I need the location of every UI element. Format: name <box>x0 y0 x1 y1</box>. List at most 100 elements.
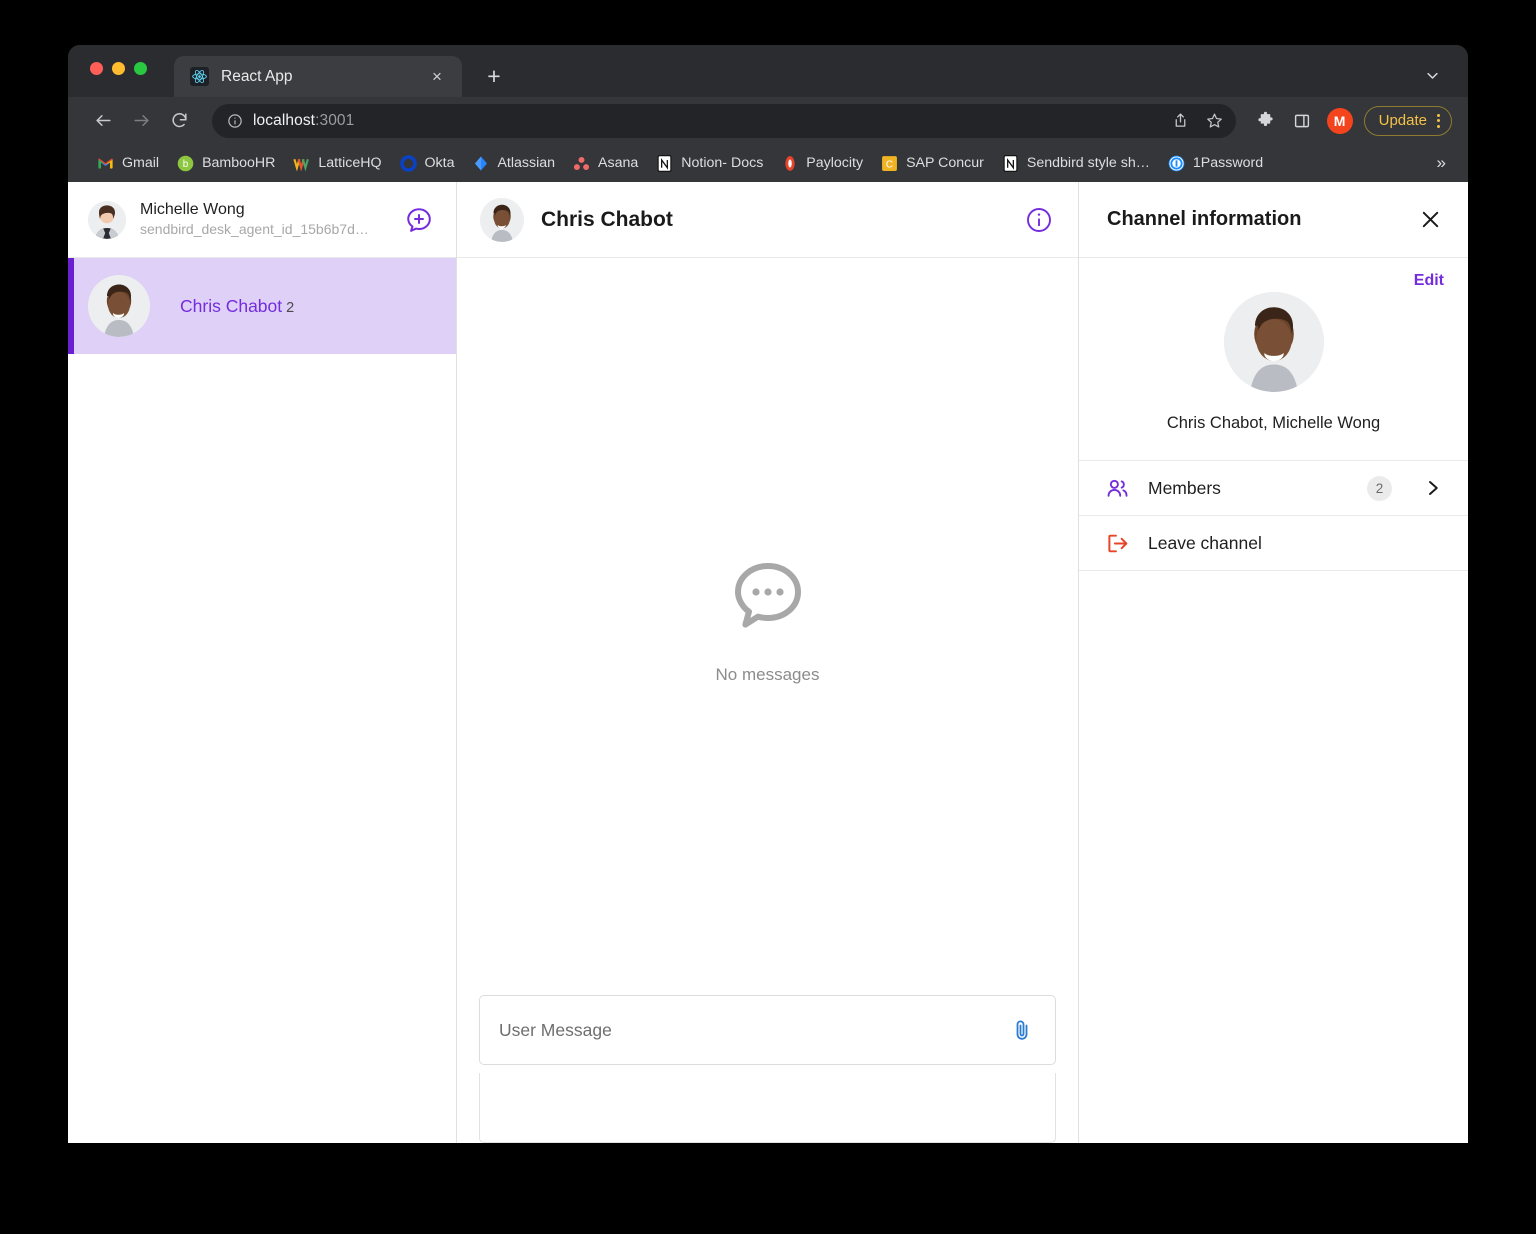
message-input-placeholder: User Message <box>499 1019 612 1040</box>
members-row[interactable]: Members 2 <box>1079 461 1468 517</box>
edit-button[interactable]: Edit <box>1414 272 1444 290</box>
channel-item-title-wrap: Chris Chabot 2 <box>180 296 294 317</box>
close-window-button[interactable] <box>90 61 103 75</box>
bamboohr-icon: b <box>177 155 194 172</box>
paperclip-icon[interactable] <box>1007 1015 1037 1045</box>
sendbird-app: Michelle Wong sendbird_desk_agent_id_15b… <box>68 182 1468 1143</box>
current-user-avatar <box>88 200 126 239</box>
site-info-icon[interactable] <box>226 112 243 129</box>
channel-members-summary: Chris Chabot, Michelle Wong <box>1166 414 1381 432</box>
sapconcur-icon: C <box>881 155 898 172</box>
speech-bubble-icon <box>726 554 810 643</box>
url-text: localhost:3001 <box>253 112 1224 130</box>
notion-icon <box>656 154 673 172</box>
browser-window: React App × + localhost:3001 M Update Gm… <box>68 45 1468 1143</box>
puzzle-icon[interactable] <box>1250 105 1282 137</box>
channel-information-title: Channel information <box>1107 208 1302 230</box>
url-host: localhost <box>253 111 316 129</box>
atlassian-icon <box>472 155 489 172</box>
bookmark-sendbird-style-sheet[interactable]: Sendbird style sh… <box>993 151 1159 176</box>
bookmark-okta[interactable]: Okta <box>391 151 464 176</box>
paylocity-icon <box>781 155 798 172</box>
gmail-icon <box>97 155 114 172</box>
channel-profile-avatar <box>1223 292 1324 392</box>
conversation-footer: User Message <box>457 981 1078 1143</box>
update-label: Update <box>1378 112 1427 129</box>
bookmark-1password[interactable]: 1Password <box>1159 151 1272 176</box>
minimize-window-button[interactable] <box>112 61 125 75</box>
members-label: Members <box>1148 477 1221 498</box>
conversation-panel: Chris Chabot No messages User Message <box>457 182 1079 1143</box>
browser-tab[interactable]: React App × <box>174 56 462 97</box>
update-button[interactable]: Update <box>1363 105 1452 136</box>
share-icon[interactable] <box>1166 106 1196 136</box>
message-input[interactable]: User Message <box>479 995 1056 1065</box>
conversation-body: No messages <box>457 258 1078 981</box>
bookmark-label: Gmail <box>122 155 160 171</box>
channel-avatar <box>88 275 150 337</box>
bookmark-sap-concur[interactable]: C SAP Concur <box>872 151 993 176</box>
bookmark-label: Paylocity <box>806 155 864 171</box>
bookmark-bamboohr[interactable]: b BambooHR <box>168 151 284 176</box>
1password-icon <box>1168 155 1185 172</box>
back-button[interactable] <box>86 104 120 138</box>
maximize-window-button[interactable] <box>134 61 147 75</box>
forward-button[interactable] <box>124 104 158 138</box>
notion-icon <box>1002 154 1019 172</box>
chevron-down-icon[interactable] <box>1418 61 1446 89</box>
leave-channel-row[interactable]: Leave channel <box>1079 516 1468 572</box>
bookmark-latticehq[interactable]: LatticeHQ <box>284 151 390 176</box>
bookmark-atlassian[interactable]: Atlassian <box>463 151 564 176</box>
bookmarks-bar: Gmail b BambooHR LatticeHQ Okta Atlassia… <box>68 144 1468 182</box>
channel-list-panel: Michelle Wong sendbird_desk_agent_id_15b… <box>68 182 457 1143</box>
channel-list-header: Michelle Wong sendbird_desk_agent_id_15b… <box>68 182 456 258</box>
close-tab-button[interactable]: × <box>426 66 448 88</box>
browser-toolbar: localhost:3001 M Update <box>68 97 1468 144</box>
conversation-avatar <box>480 197 524 242</box>
add-channel-icon[interactable] <box>402 203 436 237</box>
leave-icon <box>1104 530 1130 556</box>
bookmark-label: BambooHR <box>202 155 276 171</box>
current-user-id: sendbird_desk_agent_id_15b6b7d… <box>140 221 369 238</box>
profile-avatar[interactable]: M <box>1326 107 1353 134</box>
chrome-menu-icon[interactable] <box>1433 113 1444 128</box>
leave-channel-label: Leave channel <box>1148 532 1262 553</box>
message-input-secondary <box>479 1073 1056 1143</box>
star-icon[interactable] <box>1200 106 1230 136</box>
bookmark-label: Atlassian <box>497 155 556 171</box>
channel-profile-section: Edit Chris Chabot, Michelle Wong <box>1079 258 1468 462</box>
info-icon[interactable] <box>1022 203 1056 237</box>
conversation-header: Chris Chabot <box>457 182 1078 258</box>
bookmark-asana[interactable]: Asana <box>564 151 647 176</box>
address-bar[interactable]: localhost:3001 <box>212 103 1236 138</box>
omnibox-actions <box>1166 106 1230 136</box>
bookmark-paylocity[interactable]: Paylocity <box>772 151 872 176</box>
conversation-title: Chris Chabot <box>541 207 673 231</box>
close-icon[interactable] <box>1414 204 1446 236</box>
bookmark-label: 1Password <box>1192 155 1264 171</box>
bookmark-gmail[interactable]: Gmail <box>88 151 168 176</box>
tab-strip: React App × + <box>68 45 1468 97</box>
bookmark-notion-docs[interactable]: Notion- Docs <box>647 151 772 176</box>
bookmark-label: SAP Concur <box>906 155 984 171</box>
url-port: :3001 <box>315 111 355 129</box>
side-panel-icon[interactable] <box>1286 105 1318 137</box>
bookmark-label: Okta <box>424 155 455 171</box>
lattice-icon <box>293 155 310 172</box>
reload-button[interactable] <box>162 104 196 138</box>
members-icon <box>1104 475 1130 501</box>
bookmark-label: Sendbird style sh… <box>1026 155 1150 171</box>
empty-state-label: No messages <box>715 665 820 684</box>
bookmark-label: Asana <box>598 155 639 171</box>
new-tab-button[interactable]: + <box>476 58 512 94</box>
channel-item-member-count: 2 <box>286 299 295 316</box>
bookmarks-overflow-button[interactable]: » <box>1429 151 1454 175</box>
current-user-info: Michelle Wong sendbird_desk_agent_id_15b… <box>140 200 388 240</box>
channel-list-item[interactable]: Chris Chabot 2 <box>68 258 456 354</box>
react-icon <box>190 67 209 86</box>
asana-icon <box>573 155 590 172</box>
channel-information-panel: Channel information Edit Chris Chabot, M… <box>1079 182 1468 1143</box>
svg-text:b: b <box>183 159 189 170</box>
chevron-right-icon[interactable] <box>1420 475 1446 501</box>
current-user-name: Michelle Wong <box>140 200 245 218</box>
